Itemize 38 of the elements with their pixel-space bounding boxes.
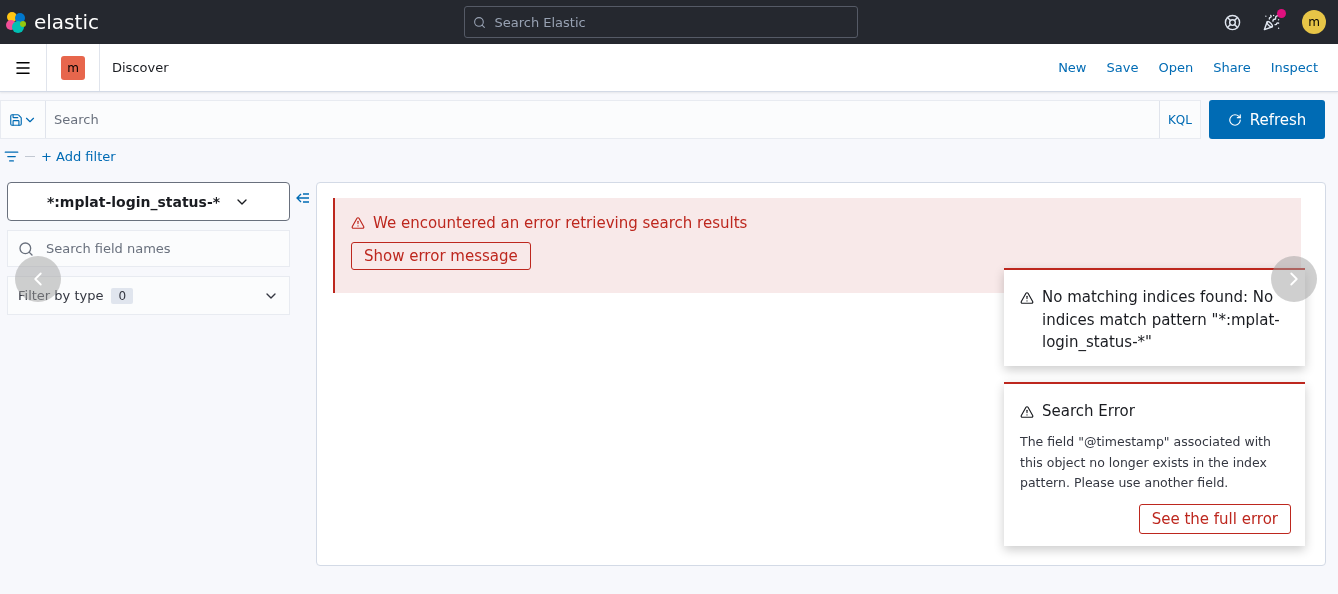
type-count: 0 <box>111 287 134 304</box>
header-link[interactable]: New <box>1048 60 1097 75</box>
full-error-button[interactable]: See the full error <box>1138 503 1291 534</box>
field-search-input[interactable]: Search field names <box>44 240 279 257</box>
header-link[interactable]: Inspect <box>1260 60 1328 75</box>
add-filter-link[interactable]: + Add filter <box>41 149 116 164</box>
search-icon <box>18 240 34 257</box>
field-search[interactable]: Search field names <box>7 230 290 267</box>
show-error-button[interactable]: Show error message <box>351 242 531 270</box>
query-field[interactable]: Search KQL <box>0 100 1201 139</box>
warning-icon <box>1020 404 1034 419</box>
refresh-icon <box>1227 112 1242 127</box>
filter-type-select[interactable]: Filter by type 0 <box>7 276 290 315</box>
warning-icon <box>1020 291 1034 305</box>
logo-icon <box>4 10 28 34</box>
callout-title: We encountered an error retrieving search results <box>373 214 748 232</box>
next-button[interactable] <box>1271 256 1317 302</box>
header-link[interactable]: Share <box>1203 60 1261 75</box>
help-icon[interactable] <box>1224 13 1241 31</box>
brand-name: elastic <box>34 10 99 34</box>
search-icon <box>473 15 487 29</box>
header-link[interactable]: Open <box>1148 60 1204 75</box>
save-icon <box>9 112 23 127</box>
filter-icon[interactable] <box>4 149 19 164</box>
user-avatar[interactable]: m <box>1302 10 1326 34</box>
toast-title: Search Error <box>1042 400 1135 422</box>
refresh-button[interactable]: Refresh <box>1209 100 1325 139</box>
index-pattern-select[interactable]: *:mplat-login_status-* <box>7 182 290 221</box>
search-field[interactable]: Search Elastic <box>464 6 859 38</box>
toast-title: No matching indices found: No indices match pattern "*:mplat-login_status-*" <box>1042 287 1281 353</box>
party-popper-icon[interactable] <box>1263 13 1280 31</box>
page-title: Discover <box>111 60 169 75</box>
space-avatar[interactable]: m <box>61 55 85 80</box>
header-link[interactable]: Save <box>1096 60 1149 75</box>
language-button[interactable]: KQL <box>1159 101 1200 138</box>
query-input[interactable]: Search <box>46 112 1159 127</box>
toast-message: The field "@timestamp" associated with this object no longer exists in the index pattern. Please use another field. <box>1020 433 1272 493</box>
warning-icon <box>351 216 365 230</box>
